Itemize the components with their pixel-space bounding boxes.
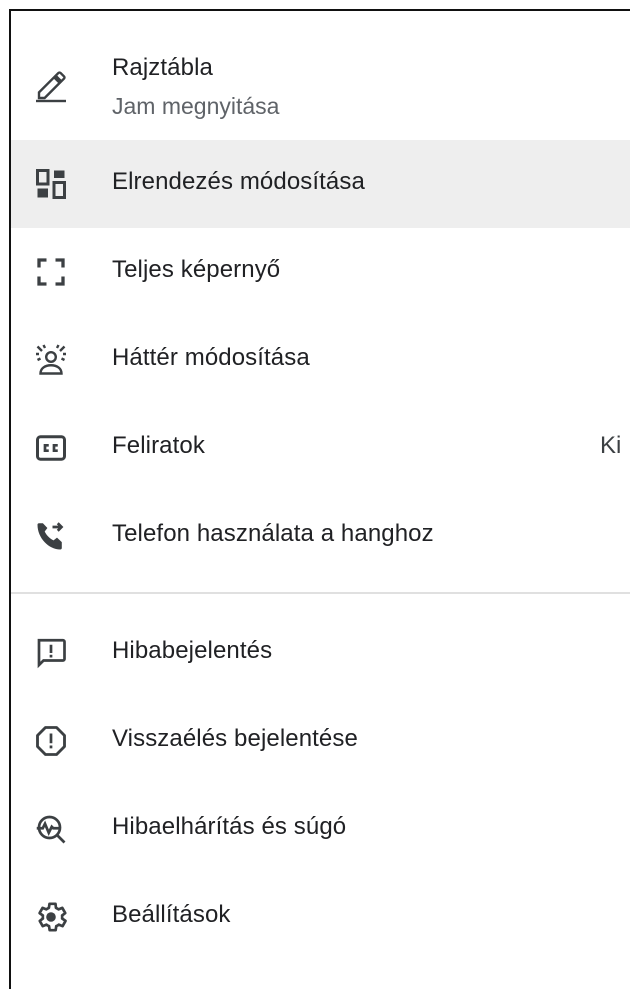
report-abuse-icon [27, 717, 75, 765]
menu-item-fullscreen[interactable]: Teljes képernyő [11, 228, 630, 316]
menu-item-captions[interactable]: Feliratok Ki [11, 404, 630, 492]
menu-item-change-background[interactable]: Háttér módosítása [11, 316, 630, 404]
menu-item-label: Hibaelhárítás és súgó [112, 813, 347, 840]
more-options-menu: Rajztábla Jam megnyitása Elrendezés módo… [9, 9, 630, 989]
menu-item-label: Rajztábla [112, 54, 213, 81]
closed-caption-icon [27, 424, 75, 472]
menu-item-report-problem[interactable]: Hibabejelentés [11, 609, 630, 697]
menu-item-sublabel: Jam megnyitása [112, 93, 280, 119]
menu-divider [11, 592, 630, 594]
phone-forward-icon [27, 512, 75, 560]
menu-item-label: Elrendezés módosítása [112, 168, 365, 195]
menu-item-troubleshooting-help[interactable]: Hibaelhárítás és súgó [11, 785, 630, 873]
menu-item-whiteboard[interactable]: Rajztábla Jam megnyitása [11, 42, 630, 140]
menu-item-label: Teljes képernyő [112, 256, 281, 283]
menu-item-label: Beállítások [112, 901, 231, 928]
menu-item-label: Háttér módosítása [112, 344, 310, 371]
menu-item-label: Feliratok [112, 432, 205, 459]
menu-item-label: Hibabejelentés [112, 637, 273, 664]
troubleshoot-icon [27, 805, 75, 853]
captions-status-value: Ki [600, 432, 622, 459]
layout-icon [27, 160, 75, 208]
menu-item-settings[interactable]: Beállítások [11, 873, 630, 961]
menu-item-change-layout[interactable]: Elrendezés módosítása [11, 140, 630, 228]
background-blur-icon [27, 336, 75, 384]
fullscreen-icon [27, 248, 75, 296]
settings-gear-icon [27, 893, 75, 941]
menu-item-label: Visszaélés bejelentése [112, 725, 358, 752]
menu-item-report-abuse[interactable]: Visszaélés bejelentése [11, 697, 630, 785]
pencil-icon [27, 62, 75, 110]
feedback-icon [27, 629, 75, 677]
menu-item-label: Telefon használata a hanghoz [112, 520, 434, 547]
menu-item-use-phone-audio[interactable]: Telefon használata a hanghoz [11, 492, 630, 580]
